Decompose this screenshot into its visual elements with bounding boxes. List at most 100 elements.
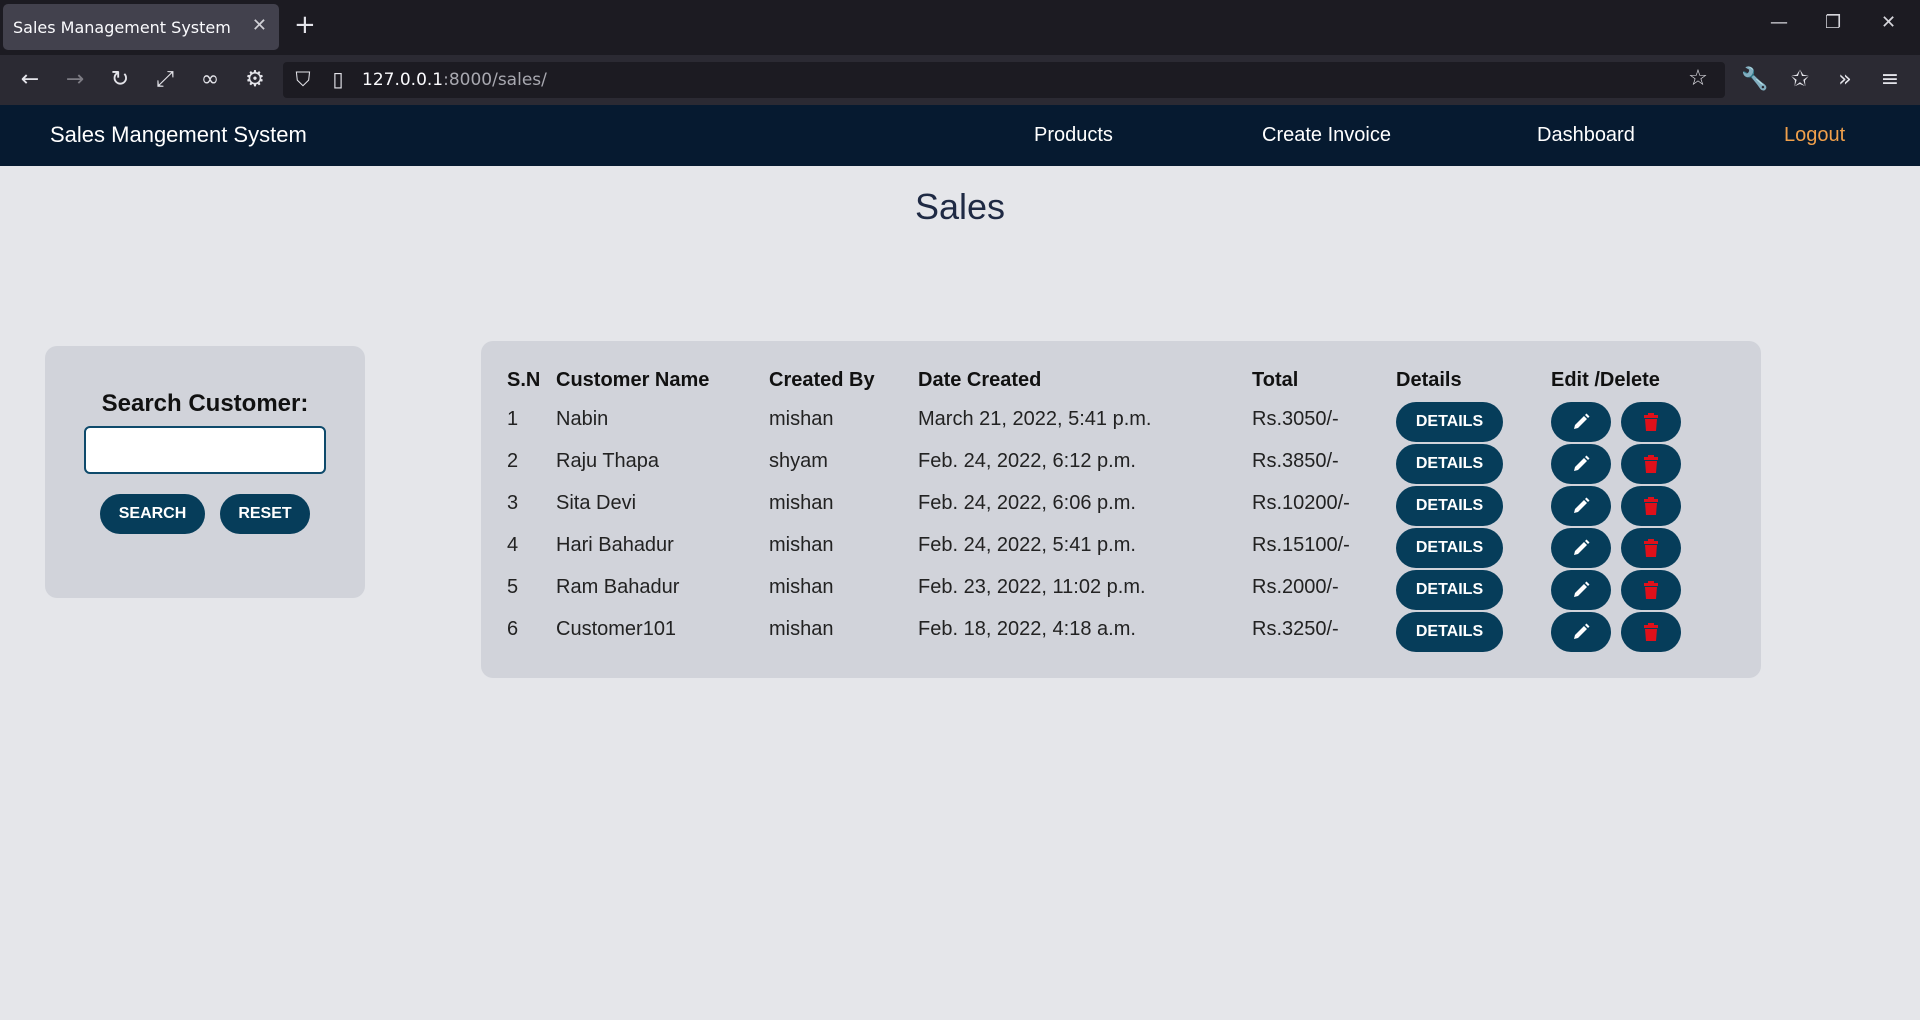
nav-link-products[interactable]: Products <box>1034 124 1113 147</box>
cell-created-by: shyam <box>769 450 828 472</box>
cell-date-created: Feb. 24, 2022, 5:41 p.m. <box>918 534 1136 556</box>
nav-link-dashboard[interactable]: Dashboard <box>1537 124 1635 147</box>
edit-button[interactable] <box>1551 402 1611 442</box>
header-date-created: Date Created <box>918 369 1042 391</box>
search-card: Search Customer: SEARCH RESET <box>45 346 365 598</box>
overflow-chevrons-icon[interactable]: » <box>1830 66 1860 94</box>
wrench-icon[interactable]: 🔧 <box>1740 66 1770 94</box>
cell-sn: 4 <box>507 534 519 556</box>
edit-button[interactable] <box>1551 444 1611 484</box>
delete-button[interactable] <box>1621 402 1681 442</box>
tab-title: Sales Management System <box>13 18 231 37</box>
close-window-icon[interactable]: ✕ <box>1881 12 1896 33</box>
tab-close-icon[interactable]: ✕ <box>252 15 267 36</box>
sales-table: S.N Customer Name Created By Date Create… <box>481 341 1761 678</box>
header-sn: S.N <box>507 369 541 391</box>
search-label: Search Customer: <box>101 390 309 417</box>
cell-total: Rs.3250/- <box>1252 618 1339 640</box>
details-button[interactable]: DETAILS <box>1396 486 1503 526</box>
header-total: Total <box>1252 369 1299 391</box>
details-button[interactable]: DETAILS <box>1396 612 1503 652</box>
search-button[interactable]: SEARCH <box>100 494 205 534</box>
delete-button[interactable] <box>1621 612 1681 652</box>
url-text[interactable]: 127.0.0.1:8000/sales/ <box>362 70 547 90</box>
shield-icon[interactable]: ⛉ <box>288 65 318 93</box>
nav-link-logout[interactable]: Logout <box>1784 124 1845 147</box>
delete-button[interactable] <box>1621 570 1681 610</box>
edit-button[interactable] <box>1551 486 1611 526</box>
table-row: 5 Ram Bahadur mishan Feb. 23, 2022, 11:0… <box>481 570 1761 612</box>
cell-sn: 5 <box>507 576 519 598</box>
details-button[interactable]: DETAILS <box>1396 402 1503 442</box>
reload-icon[interactable]: ↻ <box>105 66 135 94</box>
cell-date-created: Feb. 18, 2022, 4:18 a.m. <box>918 618 1136 640</box>
details-button[interactable]: DETAILS <box>1396 528 1503 568</box>
cell-total: Rs.3850/- <box>1252 450 1339 472</box>
brand-title[interactable]: Sales Mangement System <box>50 122 307 148</box>
nav-link-create-invoice[interactable]: Create Invoice <box>1262 124 1391 147</box>
restore-icon[interactable]: ❐ <box>1825 12 1841 33</box>
header-edit-delete: Edit /Delete <box>1551 369 1660 391</box>
pencil-icon <box>1574 539 1590 555</box>
delete-button[interactable] <box>1621 528 1681 568</box>
edit-button[interactable] <box>1551 570 1611 610</box>
search-input[interactable] <box>84 426 326 474</box>
new-tab-icon[interactable]: + <box>294 10 316 40</box>
app-navbar: Sales Mangement System Products Create I… <box>0 105 1920 166</box>
cell-customer-name: Raju Thapa <box>556 450 660 472</box>
private-mask-icon[interactable]: ∞ <box>195 66 225 94</box>
forward-icon[interactable]: → <box>60 66 90 94</box>
back-icon[interactable]: ← <box>15 66 45 94</box>
page-icon: ▯ <box>332 67 344 91</box>
trash-icon <box>1644 413 1658 431</box>
cell-total: Rs.2000/- <box>1252 576 1339 598</box>
header-customer-name: Customer Name <box>556 369 710 391</box>
fullscreen-icon[interactable]: ⤢ <box>150 66 180 94</box>
address-bar[interactable]: ⛉ ▯ 127.0.0.1:8000/sales/ ☆ <box>283 62 1725 98</box>
cell-created-by: mishan <box>769 534 834 556</box>
trash-icon <box>1644 581 1658 599</box>
cell-sn: 6 <box>507 618 519 640</box>
table-row: 6 Customer101 mishan Feb. 18, 2022, 4:18… <box>481 612 1761 654</box>
cell-sn: 2 <box>507 450 519 472</box>
cell-customer-name: Ram Bahadur <box>556 576 680 598</box>
cell-date-created: Feb. 24, 2022, 6:06 p.m. <box>918 492 1136 514</box>
menu-icon[interactable]: ≡ <box>1875 66 1905 94</box>
settings-gear-icon[interactable]: ⚙ <box>240 66 270 94</box>
browser-toolbar: ← → ↻ ⤢ ∞ ⚙ ⛉ ▯ 127.0.0.1:8000/sales/ ☆ … <box>0 55 1920 105</box>
table-row: 1 Nabin mishan March 21, 2022, 5:41 p.m.… <box>481 402 1761 444</box>
table-row: 4 Hari Bahadur mishan Feb. 24, 2022, 5:4… <box>481 528 1761 570</box>
cell-created-by: mishan <box>769 576 834 598</box>
cell-customer-name: Sita Devi <box>556 492 637 514</box>
trash-icon <box>1644 455 1658 473</box>
browser-tab-bar: Sales Management System ✕ + — ❐ ✕ <box>0 0 1920 55</box>
cell-total: Rs.15100/- <box>1252 534 1350 556</box>
cell-customer-name: Nabin <box>556 408 609 430</box>
bookmark-star-icon[interactable]: ☆ <box>1683 65 1713 93</box>
trash-icon <box>1644 497 1658 515</box>
cell-created-by: mishan <box>769 618 834 640</box>
cell-customer-name: Customer101 <box>556 618 677 640</box>
delete-button[interactable] <box>1621 486 1681 526</box>
cell-date-created: Feb. 23, 2022, 11:02 p.m. <box>918 576 1146 598</box>
pencil-icon <box>1574 455 1590 471</box>
cell-date-created: March 21, 2022, 5:41 p.m. <box>918 408 1152 430</box>
delete-button[interactable] <box>1621 444 1681 484</box>
details-button[interactable]: DETAILS <box>1396 570 1503 610</box>
pencil-icon <box>1574 497 1590 513</box>
extensions-icon[interactable]: ✩ <box>1785 66 1815 94</box>
cell-total: Rs.10200/- <box>1252 492 1350 514</box>
header-created-by: Created By <box>769 369 875 391</box>
reset-button[interactable]: RESET <box>220 494 310 534</box>
cell-sn: 1 <box>507 408 519 430</box>
cell-created-by: mishan <box>769 408 834 430</box>
browser-tab[interactable]: Sales Management System ✕ <box>3 4 279 50</box>
minimize-icon[interactable]: — <box>1770 12 1788 33</box>
edit-button[interactable] <box>1551 528 1611 568</box>
pencil-icon <box>1574 623 1590 639</box>
table-row: 2 Raju Thapa shyam Feb. 24, 2022, 6:12 p… <box>481 444 1761 486</box>
edit-button[interactable] <box>1551 612 1611 652</box>
details-button[interactable]: DETAILS <box>1396 444 1503 484</box>
header-details: Details <box>1396 369 1462 391</box>
url-path: :8000/sales/ <box>443 70 547 90</box>
